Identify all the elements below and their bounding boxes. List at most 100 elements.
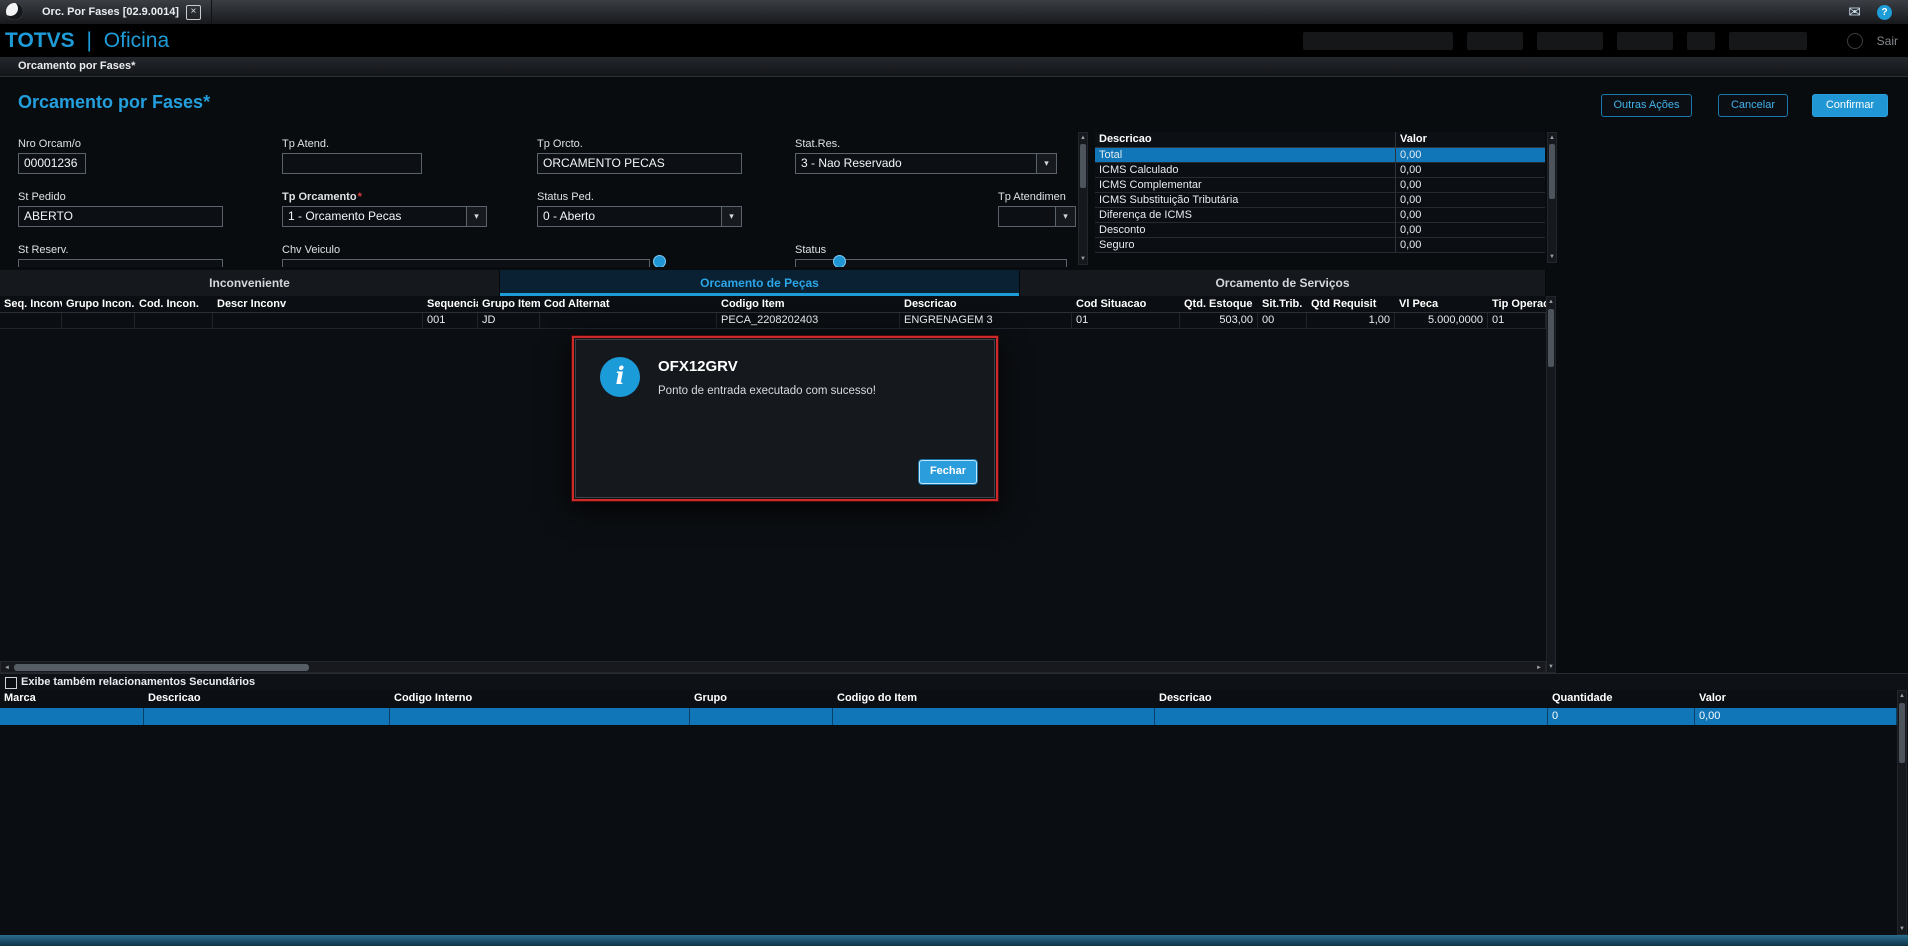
summary-table: Descricao Valor Total 0,00 ICMS Calculado 0,0… bbox=[1095, 132, 1545, 253]
scroll-up-arrow[interactable]: ▲ bbox=[1898, 691, 1906, 701]
scrollbar-thumb[interactable] bbox=[1899, 703, 1905, 763]
secondary-relations-checkbox[interactable] bbox=[5, 677, 17, 689]
scroll-up-arrow[interactable]: ▲ bbox=[1548, 133, 1556, 143]
redacted-menu-item[interactable] bbox=[1302, 31, 1453, 50]
stat-res-select[interactable]: 3 - Nao Reservado ▾ bbox=[795, 153, 1057, 174]
grid-scrollbar[interactable]: ▲ ▼ bbox=[1546, 296, 1556, 673]
chevron-down-icon[interactable]: ▾ bbox=[1036, 154, 1056, 173]
chevron-down-icon[interactable]: ▾ bbox=[721, 207, 741, 226]
table-cell: ICMS Calculado bbox=[1099, 164, 1179, 176]
window-tab[interactable]: Orc. Por Fases [02.9.0014] × bbox=[32, 0, 212, 24]
chevron-down-icon[interactable]: ▾ bbox=[1055, 207, 1075, 226]
table-row[interactable]: Seguro 0,00 bbox=[1095, 238, 1545, 253]
bottom-grid-scrollbar[interactable]: ▲ ▼ bbox=[1897, 690, 1907, 935]
redacted-menu-item[interactable] bbox=[1616, 31, 1673, 50]
field-stat-res: Stat.Res. 3 - Nao Reservado ▾ bbox=[795, 138, 1057, 174]
column-header: Qtd. Estoque bbox=[1184, 298, 1253, 310]
header-menu: Sair bbox=[1302, 31, 1908, 50]
column-header: Sit.Trib. bbox=[1262, 298, 1303, 310]
field-label: Status bbox=[795, 244, 827, 256]
lookup-icon[interactable] bbox=[833, 255, 846, 267]
status-ped-select[interactable]: 0 - Aberto ▾ bbox=[537, 206, 742, 227]
lookup-icon[interactable] bbox=[653, 255, 666, 267]
tp-orcto-input[interactable]: ORCAMENTO PECAS bbox=[537, 153, 742, 174]
parts-table: Seq. Inconv. Grupo Incon. Cod. Incon. Descr… bbox=[0, 296, 1546, 329]
field-label: St Pedido bbox=[18, 191, 66, 203]
tp-orcamento-select[interactable]: 1 - Orcamento Pecas ▾ bbox=[282, 206, 487, 227]
scroll-right-arrow[interactable]: ► bbox=[1533, 662, 1545, 672]
field-tp-atendimen: Tp Atendimen ▾ bbox=[998, 191, 1076, 227]
tab-inconveniente[interactable]: Inconveniente bbox=[0, 270, 500, 296]
nro-orcam-input[interactable]: 00001236 bbox=[18, 153, 86, 174]
chevron-down-icon[interactable]: ▾ bbox=[466, 207, 486, 226]
table-cell bbox=[213, 313, 423, 328]
sair-link[interactable]: Sair bbox=[1877, 34, 1898, 48]
confirmar-button[interactable]: Confirmar bbox=[1812, 94, 1888, 117]
scroll-left-arrow[interactable]: ◄ bbox=[1, 662, 13, 672]
summary-scrollbar[interactable]: ▲ ▼ bbox=[1547, 132, 1557, 263]
column-header: Vl Peca bbox=[1399, 298, 1439, 310]
redacted-menu-item[interactable] bbox=[1466, 31, 1523, 50]
tab-label: Orcamento de Serviços bbox=[1215, 276, 1350, 290]
outras-acoes-button[interactable]: Outras Ações bbox=[1601, 94, 1692, 117]
st-pedido-input[interactable]: ABERTO bbox=[18, 206, 223, 227]
chv-veiculo-input[interactable] bbox=[282, 259, 650, 267]
field-label: Status Ped. bbox=[537, 191, 594, 203]
st-reserv-input[interactable] bbox=[18, 259, 223, 267]
close-tab-icon[interactable]: × bbox=[185, 4, 201, 20]
scroll-down-arrow[interactable]: ▼ bbox=[1548, 252, 1556, 262]
scrollbar-thumb[interactable] bbox=[14, 664, 309, 671]
scroll-down-arrow[interactable]: ▼ bbox=[1898, 924, 1906, 934]
column-header: Valor bbox=[1395, 132, 1545, 147]
table-row[interactable]: ICMS Calculado 0,00 bbox=[1095, 163, 1545, 178]
app-header: TOTVS | Oficina Sair bbox=[0, 24, 1908, 57]
column-header: Sequencia bbox=[427, 298, 478, 310]
table-cell: PECA_2208202403 bbox=[717, 313, 900, 328]
scroll-down-arrow[interactable]: ▼ bbox=[1547, 662, 1555, 672]
tab-orcamento-de-servicos[interactable]: Orcamento de Serviços bbox=[1020, 270, 1546, 296]
field-label: Chv Veiculo bbox=[282, 244, 341, 256]
tp-atendimen-select[interactable]: ▾ bbox=[998, 206, 1076, 227]
redacted-menu-item[interactable] bbox=[1536, 31, 1603, 50]
field-chv-veiculo: Chv Veiculo bbox=[282, 244, 650, 267]
scroll-up-arrow[interactable]: ▲ bbox=[1547, 297, 1555, 307]
table-row[interactable]: Diferença de ICMS 0,00 bbox=[1095, 208, 1545, 223]
input-value: 00001236 bbox=[24, 156, 78, 170]
table-row[interactable]: Desconto 0,00 bbox=[1095, 223, 1545, 238]
scrollbar-thumb[interactable] bbox=[1548, 309, 1554, 367]
redacted-menu-item[interactable] bbox=[1686, 31, 1715, 50]
table-cell bbox=[690, 708, 833, 725]
scroll-down-arrow[interactable]: ▼ bbox=[1079, 254, 1087, 264]
table-cell: 0,00 bbox=[1395, 178, 1545, 192]
table-row[interactable]: ICMS Complementar 0,00 bbox=[1095, 178, 1545, 193]
table-row[interactable]: ICMS Substituição Tributária 0,00 bbox=[1095, 193, 1545, 208]
table-header-row: Marca Descricao Codigo Interno Grupo Codigo … bbox=[0, 690, 1897, 708]
app-name: Oficina bbox=[103, 28, 170, 52]
tab-label: Orcamento de Peças bbox=[700, 276, 819, 290]
input-value: ABERTO bbox=[24, 209, 73, 223]
table-cell: 0,00 bbox=[1395, 163, 1545, 177]
tab-orcamento-de-pecas[interactable]: Orcamento de Peças bbox=[500, 270, 1020, 296]
column-header: Qtd Requisit bbox=[1311, 298, 1377, 310]
redacted-menu-item[interactable] bbox=[1728, 31, 1807, 50]
bottom-edge-strip bbox=[0, 935, 1908, 946]
column-header: Seq. Inconv. bbox=[4, 298, 62, 310]
scroll-up-arrow[interactable]: ▲ bbox=[1079, 133, 1087, 143]
fechar-button[interactable]: Fechar bbox=[919, 460, 977, 484]
horizontal-scrollbar[interactable]: ◄ ► bbox=[0, 661, 1546, 673]
table-cell: Diferença de ICMS bbox=[1099, 209, 1192, 221]
table-row[interactable]: 001 JD PECA_2208202403 ENGRENAGEM 3 01 503,00… bbox=[0, 313, 1546, 329]
scrollbar-thumb[interactable] bbox=[1080, 144, 1086, 188]
column-header: Descricao bbox=[148, 692, 201, 704]
table-row[interactable]: 0 0,00 bbox=[0, 708, 1897, 725]
brand-title: TOTVS | Oficina bbox=[0, 29, 169, 53]
table-row[interactable]: Total 0,00 bbox=[1095, 148, 1545, 163]
scrollbar-thumb[interactable] bbox=[1549, 144, 1555, 199]
totvs-logo-icon bbox=[6, 3, 23, 20]
cancelar-button[interactable]: Cancelar bbox=[1718, 94, 1788, 117]
form-scrollbar[interactable]: ▲ ▼ bbox=[1078, 132, 1088, 265]
mail-icon[interactable]: ✉ bbox=[1848, 5, 1861, 20]
help-icon[interactable]: ? bbox=[1877, 4, 1892, 20]
breadcrumb-label: Orcamento por Fases* bbox=[18, 60, 136, 72]
tp-atend-input[interactable] bbox=[282, 153, 422, 174]
